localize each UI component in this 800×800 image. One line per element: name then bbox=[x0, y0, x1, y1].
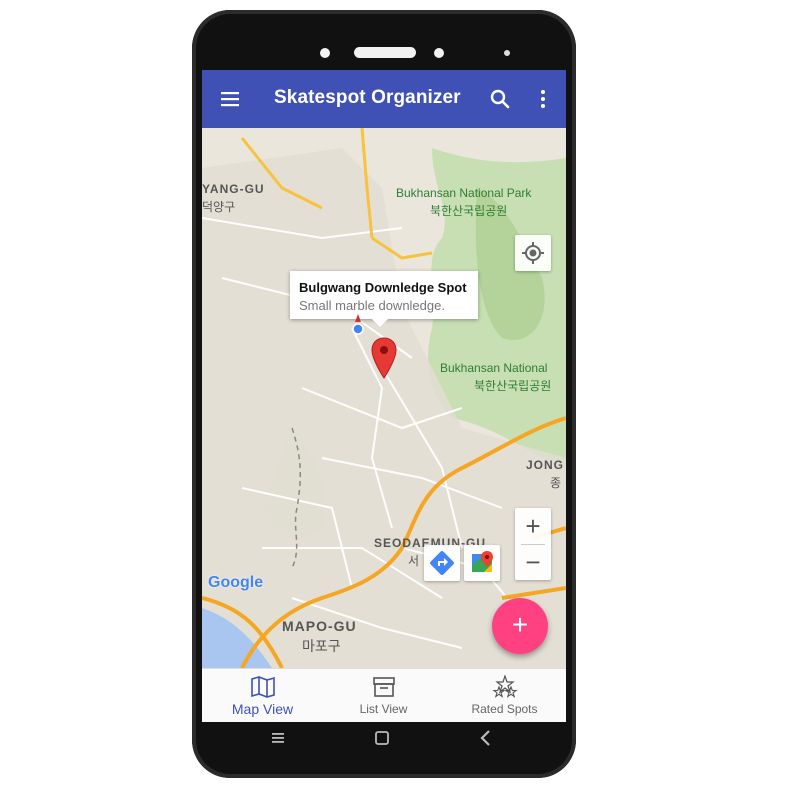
zoom-out-button[interactable]: − bbox=[515, 544, 551, 580]
earpiece-speaker bbox=[354, 47, 416, 58]
home-icon[interactable] bbox=[372, 728, 392, 748]
tab-list-view[interactable]: List View bbox=[323, 669, 444, 722]
stars-icon bbox=[491, 675, 518, 698]
marker-info-window[interactable]: Bulgwang Downledge Spot Small marble dow… bbox=[290, 271, 478, 327]
tab-list-view-label: List View bbox=[359, 702, 408, 716]
google-logo: Google bbox=[208, 574, 263, 592]
map-label-bukhansan-1: Bukhansan National Park bbox=[396, 186, 532, 200]
directions-button[interactable] bbox=[424, 545, 460, 581]
my-location-button[interactable] bbox=[515, 235, 551, 271]
search-icon[interactable] bbox=[488, 87, 512, 111]
map-label-bukhansan-2-kor: 북한산국립공원 bbox=[474, 379, 552, 393]
map-icon bbox=[250, 676, 275, 698]
front-sensor-left bbox=[320, 48, 330, 58]
app-screen: Skatespot Organizer YANG-GU 덕양구 Bukhansa… bbox=[202, 70, 566, 722]
add-spot-fab[interactable]: + bbox=[492, 598, 548, 654]
tab-map-view-label: Map View bbox=[231, 701, 294, 717]
map-label-jong: JONG bbox=[526, 458, 565, 472]
tab-rated-spots[interactable]: Rated Spots bbox=[444, 669, 565, 722]
app-bar: Skatespot Organizer bbox=[202, 70, 566, 128]
tab-map-view[interactable]: Map View bbox=[202, 669, 323, 722]
more-vert-icon[interactable] bbox=[531, 87, 555, 111]
spot-marker-pin[interactable] bbox=[370, 336, 398, 380]
info-window-snippet: Small marble downledge. bbox=[299, 298, 445, 313]
my-location-icon bbox=[522, 242, 544, 264]
map-label-mapo: MAPO-GU bbox=[282, 618, 357, 634]
google-logo-text: Google bbox=[208, 574, 264, 591]
archive-icon bbox=[372, 677, 395, 697]
map-label-jong-kor: 종 bbox=[550, 476, 562, 490]
current-location-dot bbox=[352, 314, 364, 335]
zoom-in-button[interactable]: + bbox=[515, 508, 551, 544]
directions-icon bbox=[430, 551, 454, 575]
map-label-yang-gu: YANG-GU bbox=[202, 182, 265, 196]
bottom-navigation: Map View List View Rated Spots bbox=[202, 668, 566, 722]
menu-icon[interactable] bbox=[218, 87, 242, 111]
map-view[interactable]: YANG-GU 덕양구 Bukhansan National Park 북한산국… bbox=[202, 128, 566, 668]
map-label-bukhansan-2: Bukhansan National bbox=[440, 361, 548, 375]
map-label-mapo-kor: 마포구 bbox=[302, 638, 341, 654]
app-title: Skatespot Organizer bbox=[274, 87, 461, 108]
google-maps-icon bbox=[472, 551, 493, 572]
map-label-seodaemun-kor: 서 bbox=[408, 554, 420, 568]
map-label-bukhansan-1-kor: 북한산국립공원 bbox=[430, 204, 508, 218]
zoom-controls: + − bbox=[515, 508, 551, 580]
proximity-sensor bbox=[504, 50, 510, 56]
open-in-maps-button[interactable] bbox=[464, 545, 500, 581]
front-camera bbox=[434, 48, 444, 58]
info-window-title: Bulgwang Downledge Spot bbox=[299, 280, 467, 295]
map-label-yang-gu-kor: 덕양구 bbox=[202, 200, 236, 214]
recent-apps-icon[interactable] bbox=[268, 728, 288, 748]
back-icon[interactable] bbox=[476, 728, 496, 748]
tab-rated-spots-label: Rated Spots bbox=[471, 702, 538, 716]
